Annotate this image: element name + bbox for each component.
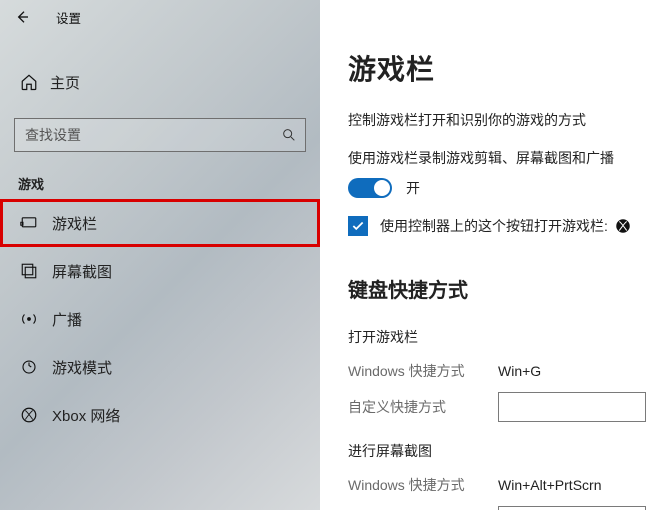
broadcast-icon (20, 310, 38, 328)
sidebar-item-label: 游戏栏 (52, 213, 97, 234)
controller-checkbox-label: 使用控制器上的这个按钮打开游戏栏: (380, 216, 608, 236)
shortcut-win-label: Windows 快捷方式 (348, 475, 498, 495)
sidebar-item-broadcast[interactable]: 广播 (0, 295, 320, 343)
sidebar-item-xbox-network[interactable]: Xbox 网络 (0, 391, 320, 439)
shortcut-custom-input[interactable] (498, 506, 646, 510)
shortcut-win-label: Windows 快捷方式 (348, 361, 498, 381)
sidebar-item-game-bar[interactable]: 游戏栏 (0, 199, 320, 247)
shortcut-win-value: Win+G (498, 363, 541, 379)
sidebar-home-label: 主页 (50, 72, 80, 93)
record-description: 使用游戏栏录制游戏剪辑、屏幕截图和广播 (348, 148, 647, 168)
sidebar-item-captures[interactable]: 屏幕截图 (0, 247, 320, 295)
shortcuts-heading: 键盘快捷方式 (348, 274, 647, 303)
xbox-logo-icon (614, 217, 632, 235)
sidebar-search[interactable] (14, 118, 306, 152)
sidebar-item-label: 广播 (52, 309, 82, 330)
shortcut-custom-label: 自定义快捷方式 (348, 397, 498, 417)
shortcut-group-screenshot: 进行屏幕截图 Windows 快捷方式 Win+Alt+PrtScrn 自定义快… (348, 441, 647, 510)
search-icon (281, 127, 297, 143)
settings-window: 设置 主页 游戏 游戏栏 屏幕截图 (0, 0, 647, 510)
shortcut-group-open-gamebar: 打开游戏栏 Windows 快捷方式 Win+G 自定义快捷方式 (348, 327, 647, 423)
back-button[interactable] (6, 3, 38, 31)
shortcut-group-title: 打开游戏栏 (348, 327, 647, 347)
shortcut-custom-input[interactable] (498, 392, 646, 422)
sidebar-item-label: 屏幕截图 (52, 261, 112, 282)
sidebar-home[interactable]: 主页 (0, 60, 320, 104)
content-pane: 游戏栏 控制游戏栏打开和识别你的游戏的方式 使用游戏栏录制游戏剪辑、屏幕截图和广… (320, 0, 647, 510)
sidebar-item-label: Xbox 网络 (52, 405, 120, 426)
sidebar: 设置 主页 游戏 游戏栏 屏幕截图 (0, 0, 320, 510)
game-bar-icon (20, 214, 38, 232)
window-title: 设置 (56, 8, 81, 27)
captures-icon (20, 262, 38, 280)
sidebar-item-game-mode[interactable]: 游戏模式 (0, 343, 320, 391)
search-input[interactable] (25, 127, 281, 143)
shortcut-group-title: 进行屏幕截图 (348, 441, 647, 461)
shortcut-win-value: Win+Alt+PrtScrn (498, 477, 601, 493)
page-description: 控制游戏栏打开和识别你的游戏的方式 (348, 110, 647, 130)
home-icon (20, 73, 38, 91)
gamebar-toggle[interactable] (348, 178, 392, 198)
xbox-icon (20, 406, 38, 424)
page-title: 游戏栏 (348, 48, 647, 88)
titlebar: 设置 (0, 0, 320, 34)
controller-checkbox[interactable] (348, 216, 368, 236)
sidebar-item-label: 游戏模式 (52, 357, 112, 378)
check-icon (351, 219, 365, 233)
controller-check-row: 使用控制器上的这个按钮打开游戏栏: (348, 216, 647, 236)
game-mode-icon (20, 358, 38, 376)
arrow-left-icon (14, 9, 30, 25)
gamebar-toggle-row: 开 (348, 178, 647, 198)
sidebar-group-title: 游戏 (18, 174, 320, 193)
gamebar-toggle-state: 开 (406, 178, 420, 198)
